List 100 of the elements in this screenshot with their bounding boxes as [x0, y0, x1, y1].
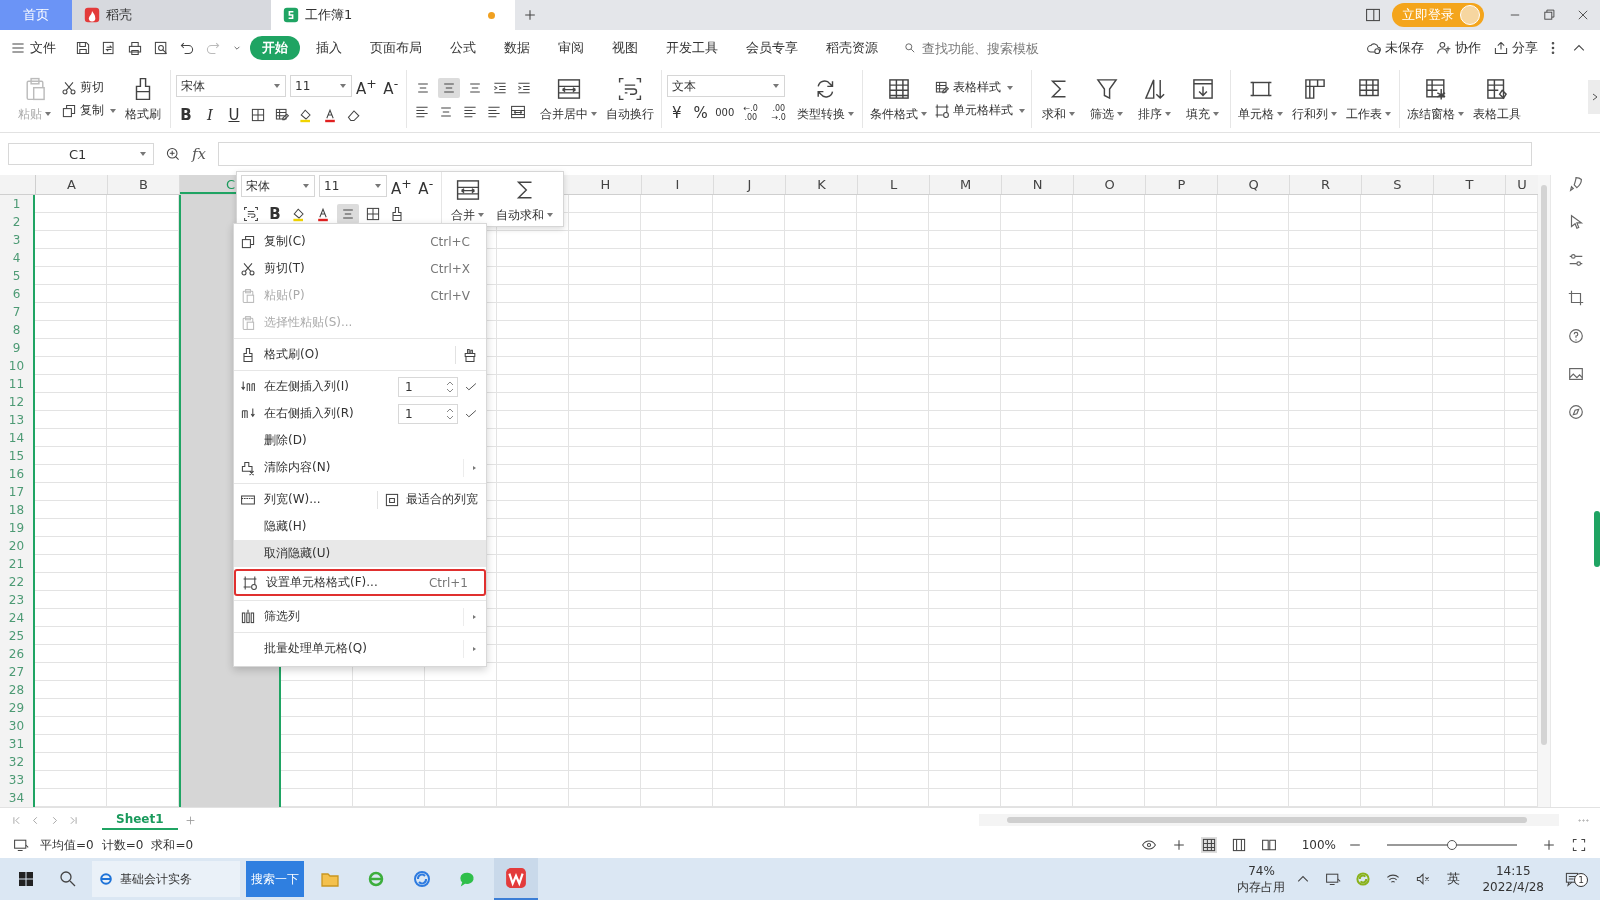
- column-header[interactable]: J: [714, 175, 786, 194]
- fill-button[interactable]: 填充: [1180, 75, 1225, 123]
- column-header[interactable]: I: [642, 175, 714, 194]
- menu-item-label: 设置单元格格式(F)...: [266, 574, 378, 591]
- menu-item[interactable]: 剪切(T) Ctrl+X: [234, 255, 486, 282]
- increase-font-button[interactable]: A$^{+}$: [391, 173, 412, 199]
- convert-button[interactable]: 类型转换: [794, 75, 857, 123]
- copy-button[interactable]: 复制: [61, 102, 117, 119]
- column-header[interactable]: A: [36, 175, 108, 194]
- column-header[interactable]: L: [858, 175, 930, 194]
- column-header[interactable]: H: [570, 175, 642, 194]
- font-size-select[interactable]: 11: [290, 75, 352, 97]
- count-spinner[interactable]: 1: [398, 376, 458, 397]
- document-tab[interactable]: 稻壳: [72, 0, 271, 30]
- autofit-option[interactable]: 最适合的列宽: [384, 491, 478, 508]
- column-header[interactable]: S: [1362, 175, 1434, 194]
- filter-button[interactable]: 筛选: [1084, 75, 1129, 123]
- menu-item[interactable]: 取消隐藏(U): [234, 540, 486, 567]
- search-field[interactable]: 基础会计实务: [92, 861, 240, 897]
- menu-item[interactable]: 清除内容(N): [234, 454, 486, 481]
- italic-button[interactable]: I: [200, 104, 220, 125]
- menu-item[interactable]: 在左侧插入列(I) 1: [234, 373, 486, 400]
- sheet-tab[interactable]: Sheet1: [102, 810, 178, 830]
- document-tab[interactable]: 工作簿1: [271, 0, 515, 30]
- merge-button[interactable]: 合并: [446, 176, 490, 224]
- remove-decimal-button[interactable]: .00 →.0: [766, 104, 791, 122]
- ribbon-tab[interactable]: 公式: [438, 36, 488, 60]
- ribbon-tab[interactable]: 开发工具: [654, 36, 730, 60]
- wrap-text-button[interactable]: 自动换行: [603, 75, 656, 123]
- rows-cols-button[interactable]: 行和列: [1289, 75, 1340, 123]
- notification-button[interactable]: 1: [1560, 867, 1592, 891]
- ribbon-tab[interactable]: 会员专享: [734, 36, 810, 60]
- menu-item[interactable]: 列宽(W)... 最适合的列宽: [234, 486, 486, 513]
- font-family-select[interactable]: 宋体: [176, 75, 286, 97]
- currency-button[interactable]: ¥: [666, 103, 687, 123]
- decrease-font-button[interactable]: A$^{-}$: [415, 173, 436, 199]
- ribbon-tab[interactable]: 审阅: [546, 36, 596, 60]
- collaborate-button[interactable]: 协作: [1436, 39, 1481, 57]
- ribbon-tab[interactable]: 页面布局: [358, 36, 434, 60]
- cells-button[interactable]: 单元格: [1235, 75, 1286, 123]
- search-button[interactable]: 搜索一下: [246, 861, 304, 897]
- underline-button[interactable]: U: [224, 104, 244, 125]
- menu-item[interactable]: 在右侧插入列(R) 1: [234, 400, 486, 427]
- column-header[interactable]: R: [1290, 175, 1362, 194]
- count-spinner[interactable]: 1: [398, 403, 458, 424]
- merge-center-button[interactable]: 合并居中: [537, 75, 600, 123]
- menu-item[interactable]: 格式刷(O): [234, 341, 486, 368]
- menu-item[interactable]: 批量处理单元格(Q): [234, 635, 486, 662]
- format-painter-button[interactable]: 格式刷: [121, 75, 165, 123]
- menu-item[interactable]: 设置单元格格式(F)... Ctrl+1: [234, 569, 486, 596]
- menu-item[interactable]: 筛选列: [234, 603, 486, 630]
- cut-button[interactable]: 剪切: [61, 79, 117, 96]
- column-header[interactable]: Q: [1218, 175, 1290, 194]
- increase-font-button[interactable]: A$^{+}$: [356, 73, 377, 99]
- status-summary: 计数=0: [101, 836, 144, 854]
- thousands-button[interactable]: 000: [714, 103, 735, 123]
- column-header[interactable]: N: [1002, 175, 1074, 194]
- function-label[interactable]: fx: [192, 145, 206, 163]
- column-header[interactable]: M: [930, 175, 1002, 194]
- notification-count: 1: [1574, 873, 1588, 887]
- column-header[interactable]: P: [1146, 175, 1218, 194]
- ribbon-tab[interactable]: 数据: [492, 36, 542, 60]
- decrease-font-button[interactable]: A$^{-}$: [380, 73, 401, 99]
- file-menu[interactable]: 文件: [10, 39, 56, 57]
- shortcut-label: Ctrl+X: [430, 261, 470, 276]
- font-size-select[interactable]: 11: [319, 175, 387, 197]
- column-header[interactable]: O: [1074, 175, 1146, 194]
- worksheet-button[interactable]: 工作表: [1343, 75, 1394, 123]
- name-box[interactable]: C1: [8, 143, 154, 165]
- clock[interactable]: 14:15 2022/4/28: [1482, 863, 1544, 895]
- column-header[interactable]: T: [1434, 175, 1506, 194]
- number-format-select[interactable]: 文本: [666, 75, 785, 97]
- column-header[interactable]: K: [786, 175, 858, 194]
- cell-style-button[interactable]: 单元格样式: [933, 102, 1026, 119]
- autosum-button[interactable]: 自动求和: [494, 176, 556, 224]
- menu-item[interactable]: 删除(D): [234, 427, 486, 454]
- share-button[interactable]: 分享: [1493, 39, 1538, 57]
- menu-item-label: 粘贴(P): [264, 287, 305, 304]
- freeze-panes-button[interactable]: 冻结窗格: [1404, 75, 1467, 123]
- table-style-button[interactable]: 表格样式: [933, 79, 1026, 96]
- unsaved-button[interactable]: 未保存: [1366, 39, 1424, 57]
- menu-item-label: 清除内容(N): [264, 459, 331, 476]
- sum-button[interactable]: 求和: [1036, 75, 1081, 123]
- bold-button[interactable]: B: [265, 204, 285, 224]
- input-method[interactable]: 英: [1447, 870, 1461, 888]
- menu-item[interactable]: 复制(C) Ctrl+C: [234, 228, 486, 255]
- ribbon-tab[interactable]: 视图: [600, 36, 650, 60]
- table-tools-button[interactable]: 表格工具: [1470, 75, 1523, 123]
- font-family-select[interactable]: 宋体: [241, 175, 315, 197]
- bold-button[interactable]: B: [176, 104, 196, 125]
- zoom-level[interactable]: 100%: [1301, 838, 1336, 852]
- ribbon-tab[interactable]: 稻壳资源: [814, 36, 890, 60]
- ribbon-tab[interactable]: 插入: [304, 36, 354, 60]
- search-field[interactable]: 查找功能、搜索模板: [904, 39, 1074, 57]
- conditional-format-button[interactable]: 条件格式: [867, 75, 930, 123]
- memory-usage[interactable]: 74% 内存占用: [1237, 863, 1286, 895]
- sort-button[interactable]: 排序: [1132, 75, 1177, 123]
- add-decimal-button[interactable]: ←.0 .00: [738, 104, 763, 122]
- menu-item[interactable]: 隐藏(H): [234, 513, 486, 540]
- percent-button[interactable]: %: [690, 103, 711, 123]
